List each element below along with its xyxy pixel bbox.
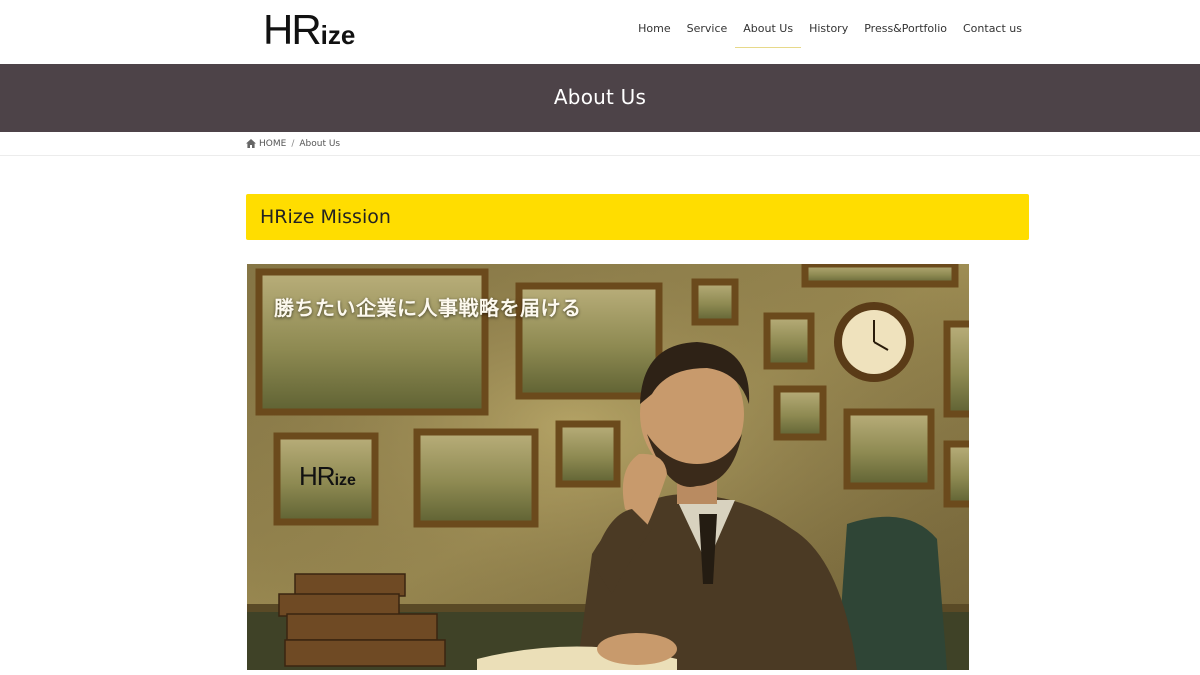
- nav-history[interactable]: History: [801, 0, 856, 58]
- site-header: HR ize Home Service About Us History Pre…: [0, 0, 1200, 64]
- hero-logo-sub: ize: [334, 472, 356, 489]
- breadcrumb-separator: /: [291, 138, 295, 149]
- mission-heading: HRize Mission: [260, 206, 391, 228]
- logo-main-text: HR: [263, 6, 322, 53]
- nav-press-portfolio[interactable]: Press&Portfolio: [856, 0, 955, 58]
- mission-heading-box: HRize Mission: [246, 194, 1029, 240]
- breadcrumb-home-link[interactable]: HOME: [259, 139, 286, 149]
- logo-sub-text: ize: [320, 20, 356, 50]
- site-logo[interactable]: HR ize: [263, 6, 355, 54]
- main-nav: Home Service About Us History Press&Port…: [630, 0, 1030, 58]
- breadcrumb-current: About Us: [299, 138, 341, 149]
- nav-about-us[interactable]: About Us: [735, 0, 801, 58]
- hero-caption: 勝ちたい企業に人事戦略を届ける: [274, 296, 582, 320]
- page-title: About Us: [553, 85, 647, 109]
- nav-contact-us[interactable]: Contact us: [955, 0, 1030, 58]
- breadcrumb-bar: HOME / About Us: [0, 132, 1200, 156]
- nav-service[interactable]: Service: [679, 0, 736, 58]
- hero-logo: HR ize: [299, 461, 356, 492]
- home-icon: [246, 139, 256, 148]
- hero-logo-main: HR: [299, 461, 336, 491]
- page-title-band: About Us: [0, 64, 1200, 132]
- breadcrumb: HOME / About Us: [246, 132, 340, 155]
- hero-image: 勝ちたい企業に人事戦略を届ける HR ize: [247, 264, 969, 670]
- nav-home[interactable]: Home: [630, 0, 678, 58]
